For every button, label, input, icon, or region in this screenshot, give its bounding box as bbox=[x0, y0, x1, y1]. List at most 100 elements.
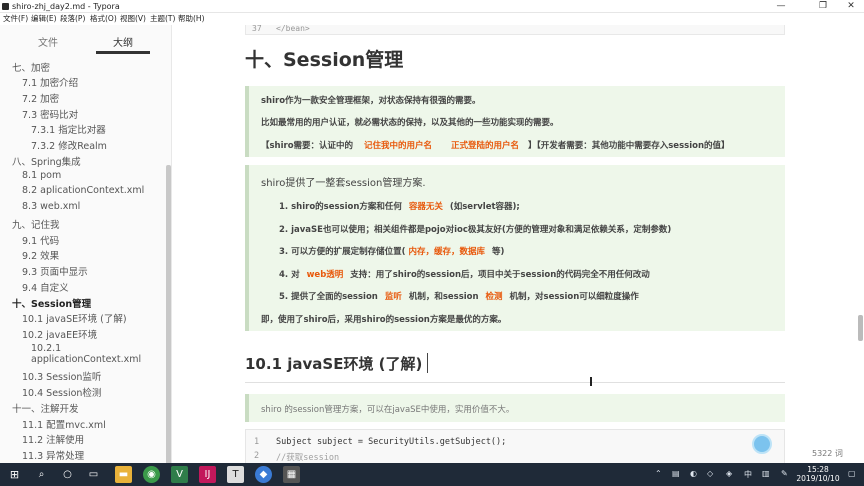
network-icon[interactable]: ▤ bbox=[672, 469, 680, 478]
tray-app-icon[interactable]: ◈ bbox=[726, 469, 732, 478]
outline-item[interactable]: 8.1 pom bbox=[22, 170, 61, 181]
tray-app-icon[interactable]: ✎ bbox=[781, 469, 788, 478]
editor-area[interactable]: 37 </bean> 十、Session管理 shiro作为一款安全管理框架，对… bbox=[172, 25, 864, 463]
windows-start-icon[interactable]: ⊞ bbox=[6, 466, 23, 483]
browser-icon[interactable]: ◆ bbox=[255, 466, 272, 483]
outline-item[interactable]: 8.2 aplicationContext.xml bbox=[22, 185, 144, 196]
outline-list: 七、加密 7.1 加密介绍 7.2 加密 7.3 密码比对 7.3.1 指定比对… bbox=[0, 59, 165, 463]
text-span: 1. shiro的session方案和任何 bbox=[279, 202, 402, 212]
tab-outline[interactable]: 大纲 bbox=[113, 34, 133, 49]
code-comment: //获取session bbox=[276, 453, 340, 463]
quote-line: 【shiro需要：认证中的 记住我中的用户名 正式登陆的用户名 】【开发者需要：… bbox=[261, 139, 730, 151]
menu-paragraph[interactable]: 段落(P) bbox=[60, 13, 85, 25]
outline-item[interactable]: 八、Spring集成 bbox=[12, 154, 81, 168]
line-number: 37 bbox=[252, 25, 262, 33]
calculator-icon[interactable]: ▦ bbox=[283, 466, 300, 483]
quote-line: shiro作为一款安全管理框架，对状态保持有很强的需要。 bbox=[261, 96, 481, 106]
word-count[interactable]: 5322 词 bbox=[812, 448, 843, 459]
intellij-icon[interactable]: IJ bbox=[199, 466, 216, 483]
keyboard-icon[interactable]: ▥ bbox=[762, 469, 770, 478]
tray-arrow-icon[interactable]: ⌃ bbox=[655, 469, 662, 478]
outline-item[interactable]: 10.4 Session检测 bbox=[22, 385, 101, 399]
menu-theme[interactable]: 主题(T) bbox=[150, 13, 175, 25]
outline-item[interactable]: 11.3 异常处理 bbox=[22, 448, 84, 462]
chrome-icon[interactable]: ◉ bbox=[143, 466, 160, 483]
quote-footer: 即，使用了shiro后，采用shiro的session方案是最优的方案。 bbox=[261, 315, 507, 325]
outline-item[interactable]: 10.2.1 bbox=[31, 343, 61, 354]
highlight-text: 正式登陆的用户名 bbox=[451, 141, 520, 151]
menu-view[interactable]: 视图(V) bbox=[120, 13, 146, 25]
text-span: 4. 对 bbox=[279, 270, 300, 280]
heading-divider bbox=[245, 382, 785, 383]
outline-item-active[interactable]: 十、Session管理 bbox=[12, 296, 91, 310]
floating-assistant-icon[interactable] bbox=[752, 434, 772, 454]
quote-line: 比如最常用的用户认证，就必需状态的保持，以及其他的一些功能实现的需要。 bbox=[261, 118, 559, 128]
file-explorer-icon[interactable]: ▬ bbox=[115, 466, 132, 483]
menu-edit[interactable]: 编辑(E) bbox=[31, 13, 57, 25]
outline-item[interactable]: 九、记住我 bbox=[12, 217, 60, 231]
typora-icon[interactable]: T bbox=[227, 466, 244, 483]
volume-icon[interactable]: ◐ bbox=[690, 469, 697, 478]
outline-item[interactable]: 七、加密 bbox=[12, 60, 50, 74]
quote-title: shiro提供了一整套session管理方案. bbox=[261, 178, 426, 189]
outline-item[interactable]: applicationContext.xml bbox=[31, 354, 141, 365]
title-bar: shiro-zhj_day2.md - Typora — ❐ ✕ bbox=[0, 0, 864, 13]
outline-item[interactable]: 9.3 页面中显示 bbox=[22, 264, 88, 278]
outline-item[interactable]: 7.3.2 修改Realm bbox=[31, 138, 107, 152]
notifications-icon[interactable]: ▢ bbox=[848, 469, 856, 478]
outline-item[interactable]: 7.2 加密 bbox=[22, 91, 59, 105]
text-span: 5. 提供了全面的session bbox=[279, 292, 378, 302]
text-span: 支持：用了shiro的session后，项目中关于session的代码完全不用任… bbox=[350, 270, 650, 280]
text-span: 】【开发者需要：其他功能中需要存入session的值】 bbox=[528, 141, 730, 151]
menu-bar: 文件(F) 编辑(E) 段落(P) 格式(O) 视图(V) 主题(T) 帮助(H… bbox=[0, 13, 864, 25]
outline-item[interactable]: 十一、注解开发 bbox=[12, 401, 79, 415]
editor-scrollbar[interactable] bbox=[858, 315, 863, 341]
minimize-icon[interactable]: — bbox=[766, 0, 796, 13]
input-method-icon[interactable]: 中 bbox=[744, 469, 752, 480]
highlight-text: 内存，缓存，数据库 bbox=[408, 247, 485, 257]
tab-files[interactable]: 文件 bbox=[38, 34, 58, 49]
blockquote-features: shiro提供了一整套session管理方案. 1. shiro的session… bbox=[245, 165, 785, 331]
maximize-icon[interactable]: ❐ bbox=[808, 0, 838, 13]
line-number: 2 bbox=[254, 451, 260, 461]
outline-item[interactable]: 7.3.1 指定比对器 bbox=[31, 122, 106, 136]
menu-help[interactable]: 帮助(H) bbox=[178, 13, 205, 25]
outline-item[interactable]: 10.1 javaSE环境 (了解) bbox=[22, 311, 127, 325]
clock[interactable]: 15:28 2019/10/10 bbox=[795, 465, 841, 483]
text-span: 3. 可以方便的扩展定制存储位置( bbox=[279, 247, 406, 257]
mouse-cursor-icon bbox=[590, 377, 592, 386]
sidebar: 文件 大纲 七、加密 7.1 加密介绍 7.2 加密 7.3 密码比对 7.3.… bbox=[0, 25, 172, 465]
clock-date: 2019/10/10 bbox=[796, 474, 840, 483]
list-item: 1. shiro的session方案和任何 容器无关 (如servlet容器); bbox=[279, 200, 520, 212]
sidebar-scrollbar[interactable] bbox=[166, 165, 171, 465]
search-icon[interactable]: ⌕ bbox=[33, 466, 50, 483]
highlight-text: web透明 bbox=[306, 270, 344, 280]
outline-item[interactable]: 10.2 javaEE环境 bbox=[22, 327, 97, 341]
blockquote-intro: shiro作为一款安全管理框架，对状态保持有很强的需要。 比如最常用的用户认证，… bbox=[245, 86, 785, 157]
outline-item[interactable]: 9.2 效果 bbox=[22, 248, 59, 262]
heading-javase: 10.1 javaSE环境 (了解) bbox=[245, 355, 423, 373]
outline-item[interactable]: 11.2 注解使用 bbox=[22, 432, 84, 446]
close-icon[interactable]: ✕ bbox=[836, 0, 864, 13]
vim-icon[interactable]: V bbox=[171, 466, 188, 483]
cortana-icon[interactable]: ○ bbox=[59, 466, 76, 483]
text-span: 【shiro需要：认证中的 bbox=[261, 141, 354, 151]
task-view-icon[interactable]: ▭ bbox=[85, 466, 102, 483]
code-block[interactable]: 1 Subject subject = SecurityUtils.getSub… bbox=[245, 429, 785, 463]
outline-item[interactable]: 11.1 配置mvc.xml bbox=[22, 417, 106, 431]
outline-item[interactable]: 8.3 web.xml bbox=[22, 201, 80, 212]
highlight-text: 容器无关 bbox=[408, 202, 443, 212]
outline-item[interactable]: 7.3 密码比对 bbox=[22, 107, 78, 121]
list-item: 5. 提供了全面的session 监听 机制，和session 检测 机制，对s… bbox=[279, 290, 639, 302]
tray-app-icon[interactable]: ◇ bbox=[707, 469, 713, 478]
sidebar-tabs: 文件 大纲 bbox=[0, 31, 172, 55]
outline-item[interactable]: 9.4 自定义 bbox=[22, 280, 69, 294]
typora-app-icon bbox=[2, 3, 9, 10]
text-span: 机制，对session可以细粒度操作 bbox=[509, 292, 639, 302]
outline-item[interactable]: 10.3 Session监听 bbox=[22, 369, 101, 383]
menu-format[interactable]: 格式(O) bbox=[90, 13, 117, 25]
outline-item[interactable]: 7.1 加密介绍 bbox=[22, 75, 78, 89]
menu-file[interactable]: 文件(F) bbox=[3, 13, 28, 25]
outline-item[interactable]: 9.1 代码 bbox=[22, 233, 59, 247]
taskbar: ⊞ ⌕ ○ ▭ ▬ ◉ V IJ T ◆ ▦ ⌃ ▤ ◐ ◇ ◈ 中 ▥ ✎ 1… bbox=[0, 463, 864, 486]
